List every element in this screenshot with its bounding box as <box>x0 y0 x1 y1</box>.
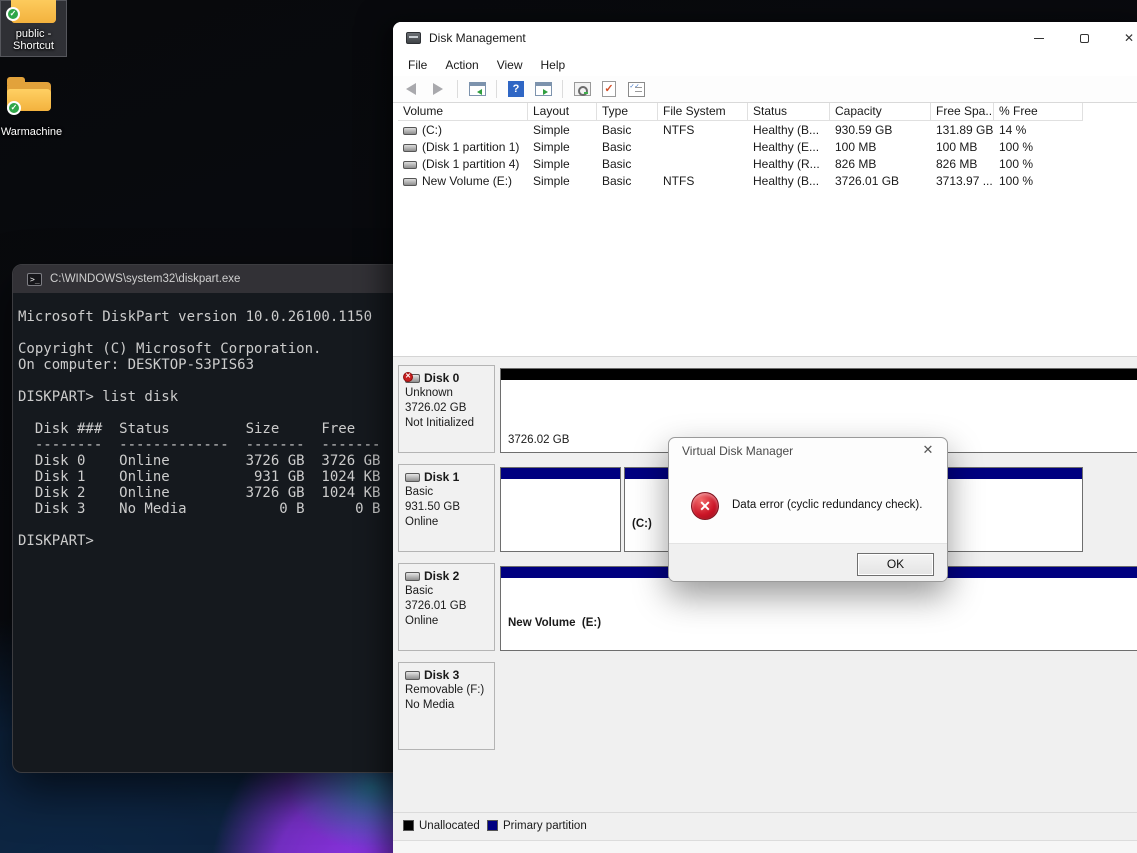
disk3-header-panel[interactable]: Disk 3 Removable (F:) No Media <box>398 662 495 750</box>
column-header-pct-free[interactable]: % Free <box>994 103 1083 121</box>
menu-file[interactable]: File <box>399 56 436 74</box>
maximize-button[interactable] <box>1078 31 1090 45</box>
toolbar-separator <box>562 80 563 98</box>
action-pane-icon <box>535 82 552 96</box>
menu-action[interactable]: Action <box>436 56 487 74</box>
column-header-status[interactable]: Status <box>748 103 830 121</box>
dialog-footer: OK <box>669 543 947 581</box>
back-arrow-icon <box>406 83 416 95</box>
volume-list: Volume Layout Type File System Status Ca… <box>393 103 1137 356</box>
legend-unallocated: Unallocated <box>403 820 480 832</box>
check-disk-button[interactable]: ✓ <box>599 79 619 99</box>
check-icon: ✓ <box>602 81 616 97</box>
column-header-free-space[interactable]: Free Spa... <box>931 103 994 121</box>
dialog-message: Data error (cyclic redundancy check). <box>732 499 922 511</box>
column-header-layout[interactable]: Layout <box>528 103 597 121</box>
disk0-header-panel[interactable]: ✕Disk 0 Unknown 3726.02 GB Not Initializ… <box>398 365 495 453</box>
window-titlebar[interactable]: Disk Management <box>393 22 1137 54</box>
maximize-icon <box>1080 34 1089 43</box>
icon-label-line2: Shortcut <box>0 40 67 52</box>
magnifier-icon <box>574 82 591 96</box>
disk2-header-panel[interactable]: Disk 2 Basic 3726.01 GB Online <box>398 563 495 651</box>
sync-check-icon: ✓ <box>6 7 20 21</box>
partition-color-band <box>501 468 620 480</box>
error-icon: ✕ <box>691 492 719 520</box>
icon-label-line1: public - <box>0 28 67 40</box>
show-console-tree-button[interactable] <box>467 79 487 99</box>
volume-icon <box>403 178 417 186</box>
toolbar-separator <box>457 80 458 98</box>
forward-arrow-icon <box>433 83 443 95</box>
toolbar-separator <box>496 80 497 98</box>
unallocated-swatch <box>403 820 414 831</box>
properties-button[interactable] <box>572 79 592 99</box>
disk-icon <box>405 572 420 581</box>
column-header-volume[interactable]: Volume <box>398 103 528 121</box>
window-title: Disk Management <box>429 31 526 45</box>
pane-splitter[interactable] <box>393 356 1137 364</box>
dialog-title: Virtual Disk Manager <box>682 444 793 458</box>
help-button[interactable]: ? <box>506 79 526 99</box>
disk-icon <box>405 473 420 482</box>
view-options-button[interactable] <box>626 79 646 99</box>
menubar: File Action View Help <box>393 54 1137 76</box>
graphical-view: ✕Disk 0 Unknown 3726.02 GB Not Initializ… <box>393 364 1137 812</box>
help-icon: ? <box>508 81 524 97</box>
disk1-header-panel[interactable]: Disk 1 Basic 931.50 GB Online <box>398 464 495 552</box>
back-button[interactable] <box>401 79 421 99</box>
terminal-title: C:\WINDOWS\system32\diskpart.exe <box>50 273 240 285</box>
error-badge-icon: ✕ <box>403 372 413 382</box>
close-button[interactable]: ✕ <box>1123 31 1135 45</box>
toolbar: ? ✓ <box>393 76 1137 103</box>
sync-check-icon: ✓ <box>7 101 21 115</box>
disk-row-3: Disk 3 Removable (F:) No Media <box>393 662 1137 750</box>
desktop: { "desktop": { "icons": [ { "line1": "pu… <box>0 0 1137 853</box>
dialog-titlebar[interactable]: Virtual Disk Manager ✕ <box>669 438 947 464</box>
legend-primary-partition: Primary partition <box>487 820 587 832</box>
volume-icon <box>403 144 417 152</box>
console-tree-icon <box>469 82 486 96</box>
minimize-button[interactable] <box>1033 31 1045 45</box>
forward-button[interactable] <box>428 79 448 99</box>
desktop-icon-warmachine[interactable]: ✓ Warmachine <box>0 76 67 142</box>
primary-partition-swatch <box>487 820 498 831</box>
menu-view[interactable]: View <box>488 56 532 74</box>
console-icon: >_ <box>27 273 42 286</box>
disk-management-app-icon <box>406 32 421 44</box>
partition-efi[interactable]: 100 MB Healthy (EFI System Partition) <box>500 467 621 552</box>
legend-bar: Unallocated Primary partition <box>393 812 1137 840</box>
checklist-icon <box>628 82 645 97</box>
partition-color-band <box>501 369 1137 381</box>
status-bar <box>393 840 1137 853</box>
disk-icon <box>405 671 420 680</box>
menu-help[interactable]: Help <box>532 56 575 74</box>
disk-icon: ✕ <box>405 374 420 383</box>
volume-icon <box>403 161 417 169</box>
column-header-capacity[interactable]: Capacity <box>830 103 931 121</box>
desktop-icon-public-shortcut[interactable]: ✓ public - Shortcut <box>0 0 67 57</box>
column-header-file-system[interactable]: File System <box>658 103 748 121</box>
show-action-pane-button[interactable] <box>533 79 553 99</box>
column-header-type[interactable]: Type <box>597 103 658 121</box>
dialog-close-button[interactable]: ✕ <box>919 442 937 458</box>
icon-label-line1: Warmachine <box>0 126 67 138</box>
volume-icon <box>403 127 417 135</box>
ok-button[interactable]: OK <box>857 553 934 576</box>
virtual-disk-manager-dialog: Virtual Disk Manager ✕ ✕ Data error (cyc… <box>668 437 948 582</box>
minimize-icon <box>1034 38 1044 39</box>
